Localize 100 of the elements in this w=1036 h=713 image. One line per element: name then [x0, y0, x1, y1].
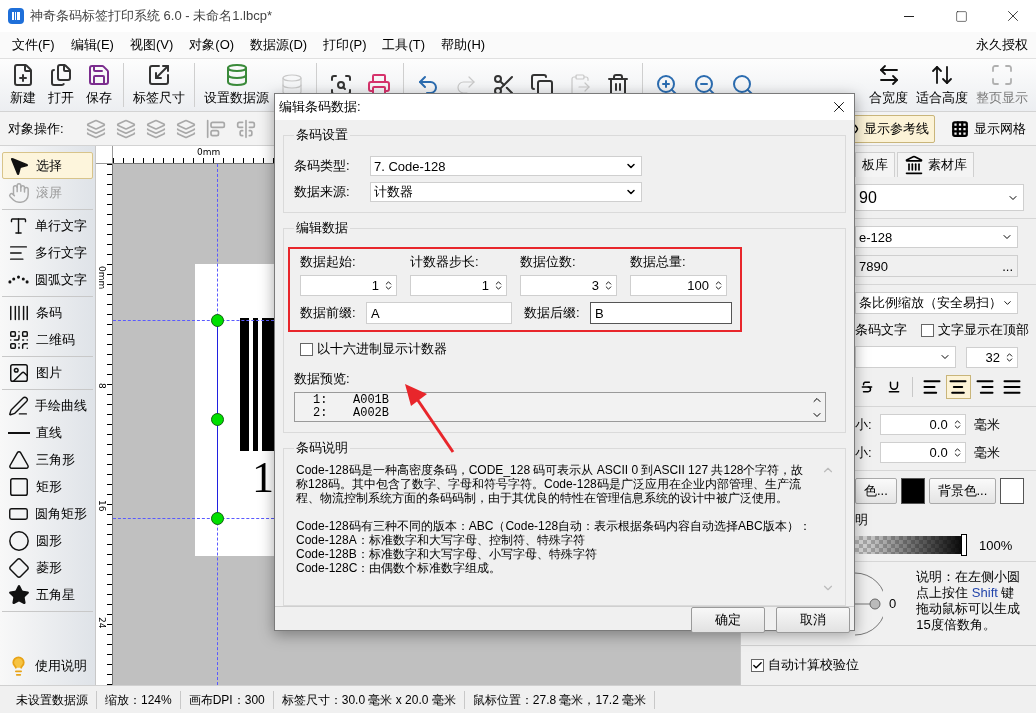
toolbar-button[interactable]: 打开: [42, 60, 80, 110]
offset-field[interactable]: 0.0: [879, 414, 966, 435]
color-swatch[interactable]: [900, 478, 925, 504]
align-right-icon: [974, 377, 995, 397]
tool-item[interactable]: 手绘曲线: [2, 392, 93, 419]
tool-item[interactable]: 直线: [2, 419, 93, 446]
menu-item[interactable]: 编辑(E): [62, 36, 122, 54]
app-icon: [8, 8, 24, 24]
barcode-data-field[interactable]: 7890 ...: [855, 255, 1018, 277]
number-field[interactable]: 100: [630, 275, 727, 296]
preview-label: 数据预览:: [294, 370, 351, 388]
tool-item[interactable]: 选择: [2, 152, 93, 179]
qr-code-icon: [8, 328, 30, 351]
group-title: 条码说明: [295, 439, 349, 457]
group-title: 条码设置: [295, 126, 349, 144]
menu-item[interactable]: 视图(V): [121, 36, 182, 54]
tool-item[interactable]: 圆弧文字: [2, 266, 93, 293]
rotation-reading: 0: [889, 596, 897, 611]
offset-field[interactable]: 0.0: [879, 442, 966, 463]
status-item: 未设置数据源: [8, 690, 97, 709]
text-top-checkbox[interactable]: 文字显示在顶部: [921, 321, 1029, 339]
status-item: 标签尺寸：30.0 毫米 x 20.0 毫米: [273, 690, 465, 709]
input-field[interactable]: B: [590, 302, 732, 324]
dropdown-field[interactable]: 7. Code-128: [370, 156, 642, 176]
tool-item[interactable]: 圆角矩形: [2, 500, 93, 527]
tool-item[interactable]: 菱形: [2, 554, 93, 581]
spin-arrows-icon: [713, 280, 724, 291]
description-text: Code-128B：标准数字和大写字母、小写字母、特殊字符: [296, 547, 598, 561]
dialog-button[interactable]: 取消: [776, 607, 850, 633]
description-text: Code-128A：标准数字和大写字母、控制符、特殊字符: [296, 533, 586, 547]
rectangle-icon: [8, 475, 30, 498]
hand-icon: [8, 181, 30, 204]
fit-height-icon: [930, 63, 954, 87]
input-field[interactable]: A: [366, 302, 512, 324]
toolbar-button[interactable]: 合宽度: [865, 60, 912, 110]
toolbar-button[interactable]: 新建: [4, 60, 42, 110]
field-label: 计数器步长:: [410, 253, 480, 271]
ruler-label: 16: [97, 500, 107, 512]
opacity-slider[interactable]: [855, 536, 967, 554]
hex-checkbox[interactable]: 以十六进制显示计数器: [300, 340, 835, 358]
unit-label: 毫米: [973, 415, 1000, 434]
circle-icon: [8, 529, 30, 552]
field-label: 数据起始:: [300, 253, 357, 271]
diamond-icon: [8, 556, 30, 579]
pen-icon: [8, 394, 29, 417]
description-text: Code-128C：由偶数个标准数字组成。: [296, 561, 503, 575]
menu-item[interactable]: 文件(F): [4, 36, 63, 54]
tool-item[interactable]: 条码: [2, 299, 93, 326]
description-text: Code-128码是一种高密度条码，CODE_128 码可表示从 ASCII 0 到ASCII 127 共128个字符，故称128码。其中包含了数字、字母和符号字符。Code-128码是广泛应用在企业内部管理、生产流程、物流控制系统方面的条码码制，由于其优良的特性在管理信息系统的设计中被广泛使用。: [296, 463, 805, 505]
opacity-label: 明: [855, 511, 869, 529]
tool-item[interactable]: 单行文字: [2, 212, 93, 239]
slider-thumb[interactable]: [961, 534, 967, 556]
color-button[interactable]: 背景色...: [928, 478, 997, 504]
window-title: 神奇条码标签打印系统 6.0 - 未命名1.lbcp*: [30, 7, 273, 25]
color-button[interactable]: 色...: [855, 478, 897, 504]
grid-icon: [951, 119, 969, 138]
font-size-field[interactable]: 32: [966, 346, 1018, 368]
tool-item[interactable]: 图片: [2, 359, 93, 386]
check-icon: [752, 659, 763, 671]
menu-item[interactable]: 打印(P): [315, 36, 375, 54]
menu-item[interactable]: 对象(O): [181, 36, 243, 54]
number-field[interactable]: 1: [410, 275, 507, 296]
tool-item[interactable]: 矩形: [2, 473, 93, 500]
tool-item[interactable]: 二维码: [2, 326, 93, 353]
license-link[interactable]: 永久授权: [968, 36, 1036, 54]
star-icon: [8, 583, 30, 606]
tool-item[interactable]: 多行文字: [2, 239, 93, 266]
building-icon: [904, 155, 924, 175]
panel-tab[interactable]: 板库: [855, 152, 895, 177]
help-item[interactable]: 使用说明: [2, 652, 93, 679]
toolbar-button[interactable]: 标签尺寸: [129, 60, 189, 110]
dropdown-field[interactable]: 计数器: [370, 182, 642, 202]
scaling-select[interactable]: 条比例缩放（安全易扫）: [855, 292, 1018, 314]
tool-item[interactable]: 五角星: [2, 581, 93, 608]
maximize-icon: [954, 9, 968, 23]
template-select[interactable]: 90: [855, 184, 1024, 211]
object-ops-label: 对象操作:: [8, 119, 64, 138]
tool-item[interactable]: 三角形: [2, 446, 93, 473]
tool-item[interactable]: 圆形: [2, 527, 93, 554]
field-label: 数据来源:: [294, 183, 351, 201]
checksum-checkbox[interactable]: 自动计算校验位: [751, 656, 859, 674]
menu-item[interactable]: 数据源(D): [242, 36, 316, 54]
panel-tab[interactable]: 素材库: [897, 152, 974, 177]
number-field[interactable]: 3: [520, 275, 617, 296]
toolbar-button[interactable]: 设置数据源: [200, 60, 273, 110]
view-toggle[interactable]: 显示网格: [945, 114, 1032, 143]
more-button[interactable]: ...: [1002, 258, 1013, 274]
toolbar-button[interactable]: 适合高度: [912, 60, 972, 110]
toolbar-button[interactable]: 保存: [80, 60, 118, 110]
barcode-type-select[interactable]: e-128: [855, 226, 1018, 248]
menu-item[interactable]: 工具(T): [374, 36, 434, 54]
number-field[interactable]: 1: [300, 275, 397, 296]
align-left-icon: [921, 377, 942, 397]
align-justify-icon: [1001, 377, 1022, 397]
dialog-button[interactable]: 确定: [691, 607, 765, 633]
spin-arrows-icon: [1004, 351, 1015, 363]
align-button[interactable]: [945, 375, 971, 399]
rotation-dial[interactable]: [855, 569, 883, 639]
color-swatch[interactable]: [1000, 478, 1024, 504]
menu-item[interactable]: 帮助(H): [433, 36, 494, 54]
